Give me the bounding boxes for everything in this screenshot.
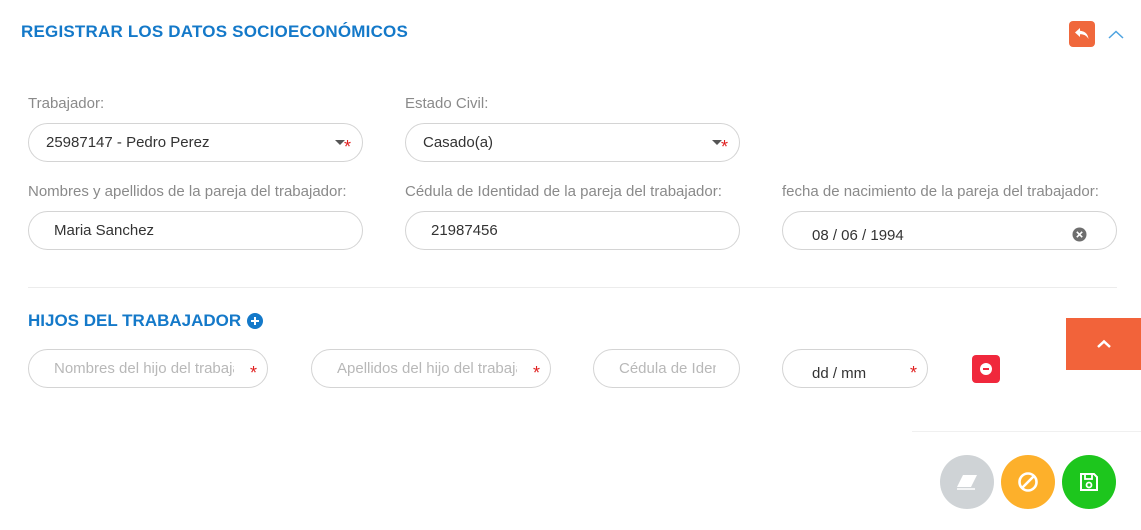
required-asterisk-icon: * [249, 363, 257, 383]
pareja-fecha-label: fecha de nacimiento de la pareja del tra… [782, 183, 1099, 200]
back-button[interactable] [1069, 21, 1095, 47]
save-icon [1080, 473, 1098, 491]
section-divider [28, 287, 1117, 288]
save-button[interactable] [1062, 455, 1116, 509]
hijo-cedula-placeholder: Cédula de Identidad [619, 360, 716, 377]
hijo-apellidos-input[interactable]: Apellidos del hijo del trabajador * [311, 349, 551, 388]
pareja-nombre-input[interactable]: Maria Sanchez [28, 211, 363, 250]
socioeconomic-form-card: REGISTRAR LOS DATOS SOCIOECONÓMICOS Trab… [0, 0, 1141, 530]
pareja-cedula-value: 21987456 [431, 222, 498, 239]
minus-circle-icon [980, 363, 992, 375]
reply-icon [1075, 28, 1089, 39]
pareja-fecha-input[interactable]: 08 / 06 / 1994 [782, 211, 1117, 250]
required-asterisk-icon: * [909, 363, 917, 383]
hijos-title-text: HIJOS DEL TRABAJADOR [28, 311, 242, 330]
plus-circle-icon[interactable] [247, 313, 264, 329]
chevron-up-icon [1096, 339, 1111, 348]
trabajador-select[interactable]: 25987147 - Pedro Perez * [28, 123, 363, 162]
required-asterisk-icon: * [720, 137, 728, 157]
estado-civil-select[interactable]: Casado(a) * [405, 123, 740, 162]
hijo-fecha-placeholder: dd / mm [812, 365, 867, 382]
trabajador-value: 25987147 - Pedro Perez [46, 134, 210, 151]
estado-civil-value: Casado(a) [423, 134, 494, 151]
ban-icon [1018, 472, 1038, 492]
clear-form-button[interactable] [940, 455, 994, 509]
pareja-cedula-label: Cédula de Identidad de la pareja del tra… [405, 183, 722, 200]
hijo-apellidos-placeholder: Apellidos del hijo del trabajador [337, 360, 517, 377]
required-asterisk-icon: * [532, 363, 540, 383]
footer-divider [912, 431, 1141, 432]
clear-date-icon[interactable] [1072, 227, 1087, 242]
trabajador-label: Trabajador: [28, 95, 105, 112]
hijo-cedula-input[interactable]: Cédula de Identidad [593, 349, 740, 388]
hijo-nombres-input[interactable]: Nombres del hijo del trabajador * [28, 349, 268, 388]
page-title: REGISTRAR LOS DATOS SOCIOECONÓMICOS [21, 22, 409, 41]
scroll-to-top-button[interactable] [1066, 318, 1141, 370]
eraser-icon [957, 475, 977, 490]
remove-hijo-button[interactable] [972, 355, 1000, 383]
pareja-fecha-value: 08 / 06 / 1994 [812, 227, 904, 244]
pareja-cedula-input[interactable]: 21987456 [405, 211, 740, 250]
estado-civil-label: Estado Civil: [405, 95, 489, 112]
pareja-nombre-label: Nombres y apellidos de la pareja del tra… [28, 183, 347, 200]
required-asterisk-icon: * [343, 137, 351, 157]
hijo-nombres-placeholder: Nombres del hijo del trabajador [54, 360, 234, 377]
hijo-fecha-input[interactable]: dd / mm * [782, 349, 928, 388]
hijos-section-title: HIJOS DEL TRABAJADOR [28, 311, 264, 331]
chevron-up-icon[interactable] [1107, 27, 1125, 43]
cancel-button[interactable] [1001, 455, 1055, 509]
pareja-nombre-value: Maria Sanchez [54, 222, 155, 239]
